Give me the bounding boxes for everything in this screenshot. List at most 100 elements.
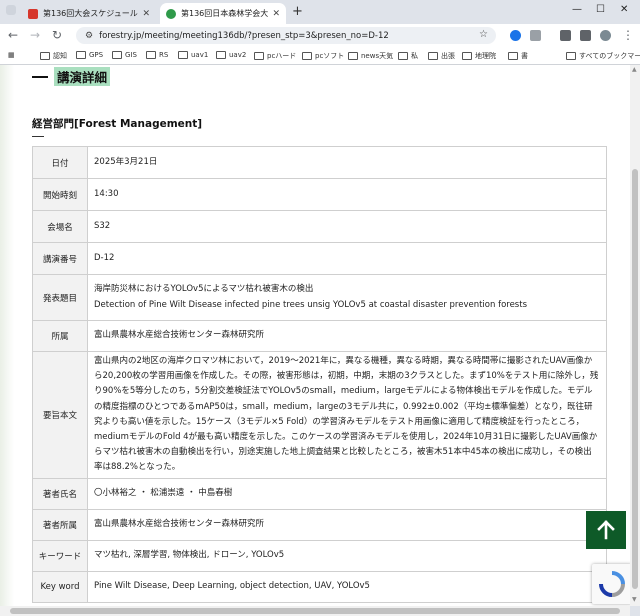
- row-label: 発表題目: [32, 274, 88, 321]
- table-row: Key word Pine Wilt Disease, Deep Learnin…: [32, 570, 607, 603]
- tab-lecture-detail[interactable]: 第136回日本森林学会大会 講演詳細 ✕: [160, 3, 286, 24]
- close-tab-icon[interactable]: ✕: [272, 9, 280, 19]
- title-dash: [32, 75, 48, 78]
- profile-avatar[interactable]: [600, 30, 611, 41]
- table-row: 著者氏名 〇小林裕之 ・ 松浦崇遠 ・ 中島春樹: [32, 477, 607, 510]
- bookmark-folder[interactable]: GPS: [76, 51, 103, 59]
- section-underline: [32, 136, 44, 137]
- recaptcha-badge[interactable]: [592, 564, 630, 604]
- lecture-detail-table: 日付 2025年3月21日 開始時刻 14:30 会場名 S32 講演番号 D-…: [32, 146, 607, 603]
- row-value-affiliation: 富山県農林水産総合技術センター森林研究所: [87, 320, 607, 352]
- horizontal-scrollbar[interactable]: [0, 606, 630, 616]
- row-label: 講演番号: [32, 242, 88, 275]
- scrollbar-thumb[interactable]: [632, 169, 638, 589]
- table-row: 講演番号 D-12: [32, 242, 607, 275]
- folder-icon: [348, 52, 358, 60]
- bookmark-folder[interactable]: 認知: [40, 51, 67, 61]
- bookmark-folder[interactable]: uav1: [178, 51, 208, 59]
- page-title: 講演詳細: [32, 67, 111, 86]
- close-tab-icon[interactable]: ✕: [142, 9, 150, 19]
- extensions-puzzle-icon[interactable]: [530, 30, 541, 41]
- tab-search-icon[interactable]: [6, 5, 16, 15]
- tab-strip: 第136回大会スケジュール早見表 | ... ✕ 第136回日本森林学会大会 講…: [0, 0, 640, 24]
- row-value-venue: S32: [87, 210, 607, 243]
- row-value-start-time: 14:30: [87, 178, 607, 211]
- url-text: forestry.jp/meeting/meeting136db/?presen…: [99, 30, 389, 41]
- tab-schedule[interactable]: 第136回大会スケジュール早見表 | ... ✕: [22, 3, 156, 24]
- download-icon[interactable]: [580, 30, 591, 41]
- arrow-up-icon: [597, 520, 615, 540]
- recaptcha-icon: [599, 571, 625, 597]
- bookmark-folder[interactable]: news天気: [348, 51, 393, 61]
- folder-icon: [254, 52, 264, 60]
- folder-icon: [112, 51, 122, 59]
- bookmark-folder[interactable]: pcハード: [254, 51, 296, 61]
- row-label: 開始時刻: [32, 178, 88, 211]
- close-window-icon[interactable]: ✕: [620, 4, 628, 15]
- bookmark-folder[interactable]: RS: [146, 51, 168, 59]
- folder-icon: [462, 52, 472, 60]
- reload-icon[interactable]: ↻: [52, 28, 62, 42]
- table-row: 発表題目 海岸防災林におけるYOLOv5によるマツ枯れ被害木の検出 Detect…: [32, 274, 607, 321]
- bookmark-folder[interactable]: 出張: [428, 51, 455, 61]
- page-title-text: 講演詳細: [54, 67, 111, 86]
- bookmark-folder[interactable]: 私: [398, 51, 418, 61]
- scroll-up-icon[interactable]: ▲: [632, 66, 637, 73]
- row-label: 著者氏名: [32, 477, 88, 510]
- row-value-keywords-en: Pine Wilt Disease, Deep Learning, object…: [87, 570, 607, 603]
- back-to-top-button[interactable]: [586, 511, 626, 549]
- folder-icon: [76, 51, 86, 59]
- tab-title: 第136回日本森林学会大会 講演詳細: [181, 9, 269, 18]
- bookmark-folder[interactable]: 書: [508, 51, 528, 61]
- row-label: 要旨本文: [32, 351, 88, 479]
- address-bar[interactable]: ⚙ forestry.jp/meeting/meeting136db/?pres…: [76, 27, 496, 44]
- row-value-title: 海岸防災林におけるYOLOv5によるマツ枯れ被害木の検出 Detection o…: [87, 274, 607, 321]
- table-row: キーワード マツ枯れ, 深層学習, 物体検出, ドローン, YOLOv5: [32, 539, 607, 572]
- folder-icon: [398, 52, 408, 60]
- folder-icon: [508, 52, 518, 60]
- folder-icon: [40, 52, 50, 60]
- bookmark-folder[interactable]: 地理院: [462, 51, 496, 61]
- folder-icon: [428, 52, 438, 60]
- all-bookmarks[interactable]: すべてのブックマーク: [566, 51, 640, 61]
- table-row: 著者所属 富山県農林水産総合技術センター森林研究所: [32, 508, 607, 541]
- bookmark-folder[interactable]: pcソフト: [302, 51, 344, 61]
- table-row: 会場名 S32: [32, 210, 607, 243]
- row-value-abstract: 富山県内の2地区の海岸クロマツ林において，2019～2021年に，異なる機種，異…: [87, 351, 607, 479]
- tab-title: 第136回大会スケジュール早見表 | ...: [43, 9, 138, 18]
- browser-toolbar: ← → ↻ ⚙ forestry.jp/meeting/meeting136db…: [0, 24, 640, 47]
- site-favicon-icon: [166, 8, 176, 19]
- extension-icon[interactable]: [510, 30, 521, 41]
- table-row: 所属 富山県農林水産総合技術センター森林研究所: [32, 320, 607, 352]
- section-title: 経営部門[Forest Management]: [32, 118, 203, 130]
- row-label: キーワード: [32, 539, 88, 572]
- row-label: 著者所属: [32, 508, 88, 541]
- maximize-icon[interactable]: ☐: [596, 4, 605, 15]
- bookmark-star-icon[interactable]: ☆: [479, 29, 488, 40]
- site-info-icon[interactable]: ⚙: [85, 31, 93, 41]
- apps-icon[interactable]: ▦: [8, 51, 15, 59]
- row-value-keywords-ja: マツ枯れ, 深層学習, 物体検出, ドローン, YOLOv5: [87, 539, 607, 572]
- menu-icon[interactable]: ⋮: [622, 28, 634, 42]
- minimize-icon[interactable]: —: [572, 4, 582, 15]
- folder-icon: [178, 51, 188, 59]
- back-icon[interactable]: ←: [8, 28, 18, 42]
- forward-icon[interactable]: →: [30, 28, 40, 42]
- vertical-scrollbar[interactable]: ▲ ▼: [630, 65, 640, 606]
- row-label: 所属: [32, 320, 88, 352]
- pdf-icon: [28, 8, 38, 19]
- bookmark-folder[interactable]: uav2: [216, 51, 246, 59]
- title-japanese: 海岸防災林におけるYOLOv5によるマツ枯れ被害木の検出: [94, 284, 314, 295]
- row-value-lecture-number: D-12: [87, 242, 607, 275]
- bookmark-folder[interactable]: GIS: [112, 51, 137, 59]
- scroll-down-icon[interactable]: ▼: [632, 596, 637, 603]
- folder-icon: [302, 52, 312, 60]
- row-value-date: 2025年3月21日: [87, 146, 607, 179]
- bookmarks-bar: ▦ 認知 GPS GIS RS uav1 uav2 pcハード pcソフト ne…: [0, 47, 640, 65]
- folder-icon: [566, 52, 576, 60]
- background-decoration: [0, 65, 14, 606]
- row-value-authors: 〇小林裕之 ・ 松浦崇遠 ・ 中島春樹: [87, 477, 607, 510]
- new-tab-icon[interactable]: +: [292, 4, 303, 19]
- media-icon[interactable]: [560, 30, 571, 41]
- horizontal-scrollbar-thumb[interactable]: [10, 608, 620, 614]
